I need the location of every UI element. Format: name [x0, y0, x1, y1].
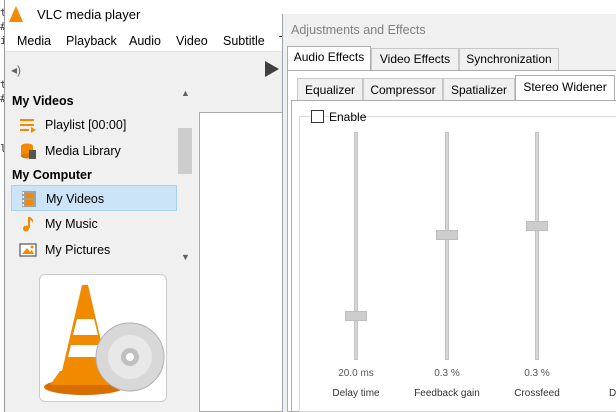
- delay-time-slider[interactable]: 20.0 ms Delay time: [317, 132, 397, 402]
- toolbar: ◂): [5, 53, 301, 87]
- sidebar-heading-my-videos: My Videos: [12, 94, 74, 108]
- menu-video[interactable]: Video: [176, 34, 208, 48]
- slider-name: Feedback gain: [414, 388, 480, 399]
- tab-audio-effects[interactable]: Audio Effects: [287, 46, 371, 72]
- album-art: [39, 274, 167, 402]
- menu-media[interactable]: Media: [17, 34, 51, 48]
- window-title: VLC media player: [37, 7, 141, 22]
- dialog-title-bar[interactable]: Adjustments and Effects: [283, 14, 616, 46]
- slider-name: Crossfeed: [514, 388, 560, 399]
- sidebar-item-my-videos[interactable]: My Videos: [11, 185, 177, 211]
- slider-handle[interactable]: [526, 221, 548, 231]
- slider-track[interactable]: [445, 132, 449, 360]
- tab-equalizer[interactable]: Equalizer: [297, 78, 363, 100]
- sidebar-item-media-library[interactable]: Media Library: [11, 138, 177, 164]
- sidebar-item-label: Playlist [00:00]: [45, 118, 127, 132]
- scrollbar-thumb[interactable]: [178, 128, 192, 174]
- slider-value: 0.3 %: [524, 368, 550, 379]
- slider-value: 20.0 ms: [338, 368, 374, 379]
- tab-compressor[interactable]: Compressor: [363, 78, 443, 100]
- scroll-up-icon[interactable]: ▲: [181, 88, 190, 98]
- slider-track[interactable]: [354, 132, 358, 360]
- slider-track[interactable]: [535, 132, 539, 360]
- menu-audio[interactable]: Audio: [129, 34, 161, 48]
- vlc-cone-disc-icon: [44, 285, 165, 395]
- dialog-title: Adjustments and Effects: [291, 23, 426, 37]
- adjustments-dialog: Adjustments and Effects Audio Effects Vi…: [282, 14, 616, 412]
- screen: t # i t # ls VLC media player Media Play…: [0, 0, 616, 412]
- vlc-cone-icon: [9, 6, 23, 22]
- vlc-title-bar[interactable]: VLC media player: [5, 0, 301, 30]
- slider-handle[interactable]: [345, 311, 367, 321]
- vlc-window: VLC media player Media Playback Audio Vi…: [4, 0, 303, 412]
- sidebar-scrollbar[interactable]: ▲ ▼: [177, 86, 193, 266]
- tab-video-effects[interactable]: Video Effects: [371, 48, 459, 70]
- volume-icon[interactable]: ◂): [11, 63, 21, 77]
- slider-value: 0.3 %: [434, 368, 460, 379]
- sidebar-item-playlist[interactable]: Playlist [00:00]: [11, 112, 177, 138]
- sidebar-item-label: Media Library: [45, 144, 121, 158]
- film-icon: [22, 191, 36, 207]
- sidebar-heading-my-computer: My Computer: [12, 168, 92, 182]
- tab-spatializer[interactable]: Spatializer: [443, 78, 515, 100]
- music-note-icon: [23, 217, 34, 232]
- slider-name: Delay time: [332, 388, 380, 399]
- enable-label: Enable: [329, 110, 367, 124]
- scroll-down-icon[interactable]: ▼: [181, 252, 190, 262]
- enable-checkbox-row[interactable]: Enable: [311, 109, 366, 125]
- sidebar-item-label: My Videos: [46, 192, 105, 206]
- sidebar-item-label: My Pictures: [45, 243, 111, 257]
- slider-handle[interactable]: [436, 230, 458, 240]
- media-library-icon: [21, 143, 36, 159]
- crossfeed-slider[interactable]: 0.3 % Crossfeed: [498, 132, 578, 402]
- menu-bar: Media Playback Audio Video Subtitle T: [5, 30, 301, 52]
- picture-icon: [19, 243, 37, 257]
- play-button[interactable]: [265, 61, 279, 77]
- enable-checkbox[interactable]: [311, 110, 324, 123]
- menu-subtitle[interactable]: Subtitle: [223, 34, 265, 48]
- sidebar-item-my-pictures[interactable]: My Pictures: [11, 237, 177, 263]
- feedback-gain-slider[interactable]: 0.3 % Feedback gain: [408, 132, 488, 402]
- sidebar: My Videos Playlist [00:00] Media Library…: [5, 88, 177, 268]
- sidebar-item-my-music[interactable]: My Music: [11, 211, 177, 237]
- cut-off-slider-name: D: [609, 388, 616, 399]
- menu-playback[interactable]: Playback: [66, 34, 117, 48]
- sidebar-item-label: My Music: [45, 217, 98, 231]
- playlist-icon: [20, 119, 36, 133]
- tab-stereo-widener[interactable]: Stereo Widener: [515, 75, 615, 101]
- tab-synchronization[interactable]: Synchronization: [459, 48, 559, 70]
